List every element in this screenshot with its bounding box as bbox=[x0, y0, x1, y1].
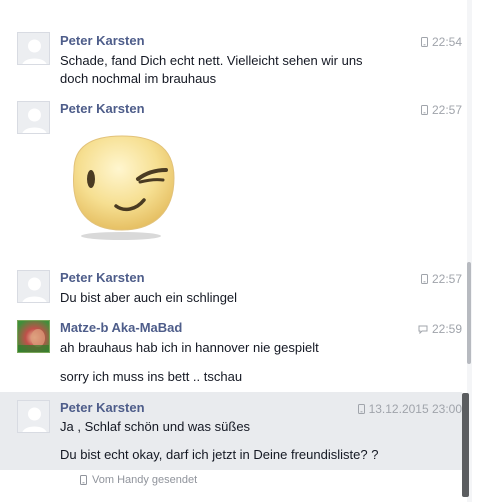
mobile-phone-icon bbox=[420, 37, 428, 47]
sender-name[interactable]: Peter Karsten bbox=[60, 33, 145, 48]
message-time: 22:54 bbox=[420, 35, 462, 49]
time-label: 22:57 bbox=[431, 272, 462, 286]
chat-conversation: Peter Karsten 22:54 Schade, fand Dich ec… bbox=[0, 0, 502, 502]
mobile-phone-icon bbox=[420, 105, 428, 115]
scrollbar-thumb[interactable] bbox=[467, 262, 471, 364]
sender-name[interactable]: Matze-b Aka-MaBad bbox=[60, 320, 182, 335]
avatar[interactable] bbox=[17, 32, 50, 65]
message-text: ah brauhaus hab ich in hannover nie gesp… bbox=[60, 340, 319, 355]
mobile-phone-icon bbox=[80, 475, 87, 485]
avatar[interactable] bbox=[17, 270, 50, 303]
message-text: Ja , Schlaf schön und was süßes bbox=[60, 419, 251, 434]
sender-name[interactable]: Peter Karsten bbox=[60, 270, 145, 285]
message-time: 22:59 bbox=[418, 322, 462, 336]
message-text: sorry ich muss ins bett .. tschau bbox=[60, 369, 243, 384]
message-time: 13.12.2015 23:00 bbox=[357, 402, 462, 416]
chat-bubble-icon bbox=[418, 325, 428, 334]
message-text: Du bist aber auch ein schlingel bbox=[60, 290, 238, 305]
default-avatar-icon bbox=[18, 33, 49, 64]
message-text: doch nochmal im brauhaus bbox=[60, 71, 217, 86]
sender-name[interactable]: Peter Karsten bbox=[60, 400, 145, 415]
time-label: 22:57 bbox=[431, 103, 462, 117]
avatar[interactable] bbox=[17, 400, 50, 433]
sent-via-footer: Vom Handy gesendet bbox=[80, 474, 197, 486]
time-label: 13.12.2015 23:00 bbox=[368, 402, 462, 416]
scrollbar-thumb-active[interactable] bbox=[462, 393, 469, 497]
default-avatar-icon bbox=[18, 401, 49, 432]
message-time: 22:57 bbox=[420, 103, 462, 117]
default-avatar-icon bbox=[18, 102, 49, 133]
time-label: 22:54 bbox=[431, 35, 462, 49]
avatar[interactable] bbox=[17, 320, 50, 353]
message-time: 22:57 bbox=[420, 272, 462, 286]
message-text: Schade, fand Dich echt nett. Vielleicht … bbox=[60, 53, 363, 68]
user-photo bbox=[18, 321, 49, 352]
sender-name[interactable]: Peter Karsten bbox=[60, 101, 145, 116]
mobile-phone-icon bbox=[420, 274, 428, 284]
sent-via-label: Vom Handy gesendet bbox=[92, 474, 198, 486]
winking-face-sticker[interactable] bbox=[62, 130, 180, 242]
default-avatar-icon bbox=[18, 271, 49, 302]
message-text: Du bist echt okay, darf ich jetzt in Dei… bbox=[60, 447, 379, 462]
mobile-phone-icon bbox=[357, 404, 365, 414]
time-label: 22:59 bbox=[431, 322, 462, 336]
avatar[interactable] bbox=[17, 101, 50, 134]
